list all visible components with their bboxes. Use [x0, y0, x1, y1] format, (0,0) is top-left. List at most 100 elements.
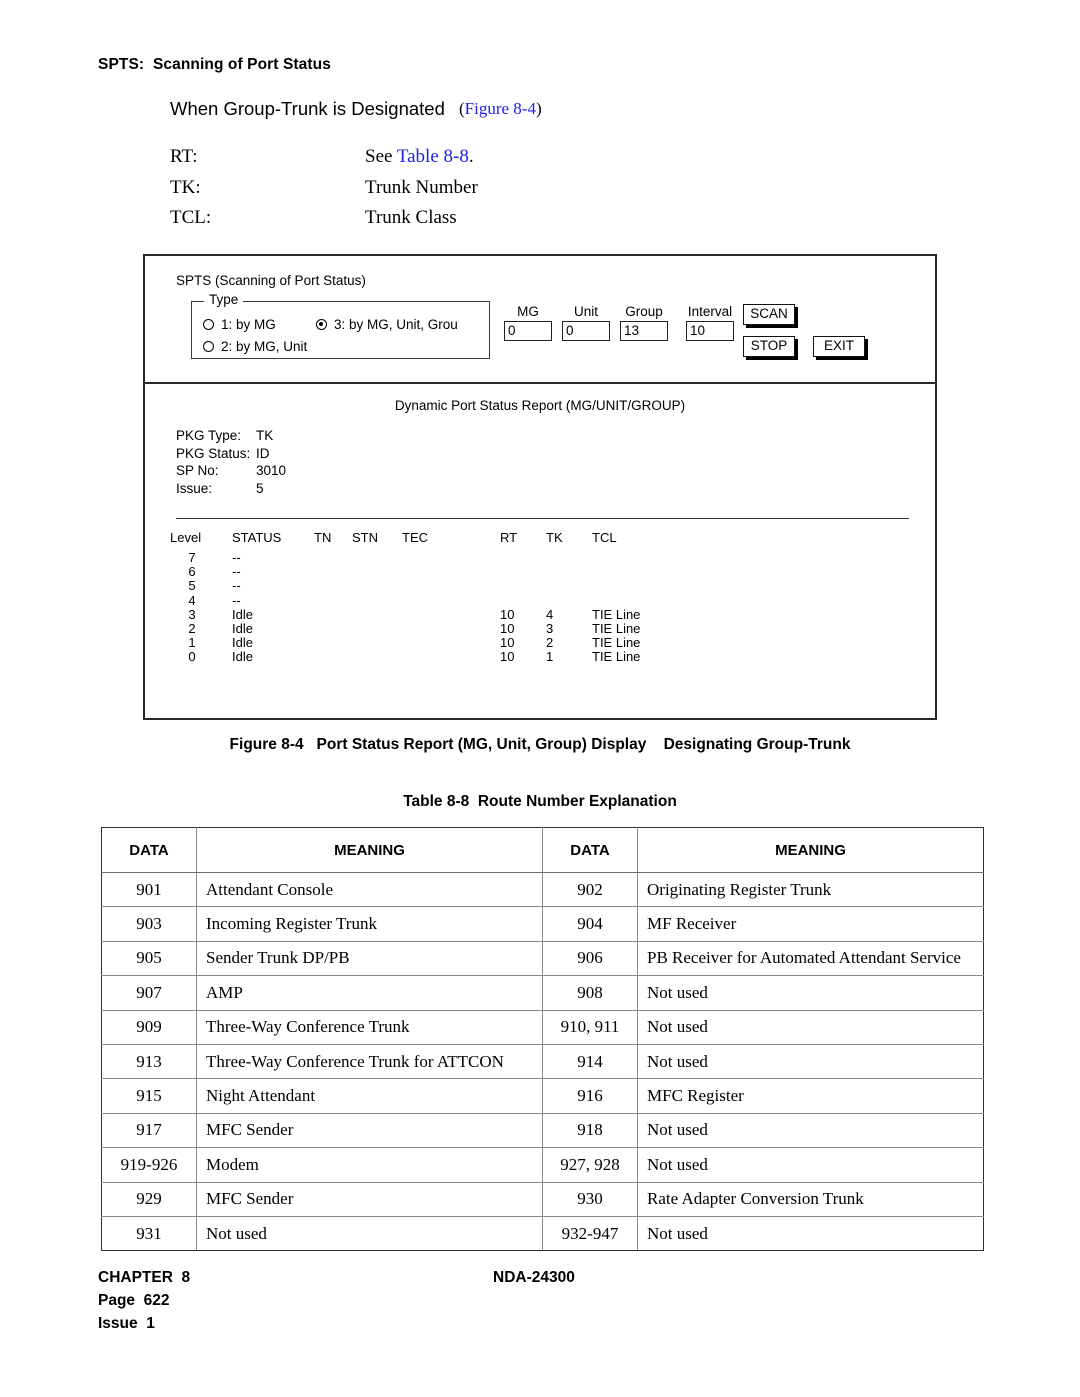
- page-footer: CHAPTER 8 NDA-24300 Page 622 Issue 1: [98, 1266, 998, 1335]
- definition-suffix: .: [468, 146, 474, 167]
- grid-col-rt: RT: [500, 530, 518, 545]
- cell-status: Idle: [232, 606, 253, 622]
- cell-meaning-left: Incoming Register Trunk: [196, 906, 543, 942]
- cell-data-left: 917: [101, 1112, 197, 1149]
- cell-data-left: 919-926: [101, 1147, 197, 1183]
- cell-level: 1: [188, 635, 196, 651]
- cell-meaning-left: Three-Way Conference Trunk for ATTCON: [196, 1043, 543, 1080]
- definition-prefix: See: [365, 146, 397, 167]
- section-heading: When Group-Trunk is Designated (Figure 8…: [170, 98, 970, 124]
- cell-data-right: 918: [542, 1112, 638, 1149]
- radio-icon[interactable]: [203, 341, 214, 352]
- header-meaning-2: MEANING: [637, 827, 984, 873]
- spts-dialog-window[interactable]: SPTS (Scanning of Port Status) Type 1: b…: [143, 254, 937, 720]
- unit-field: Unit 0: [562, 304, 610, 341]
- cell-level: 3: [188, 606, 196, 622]
- interval-input[interactable]: 10: [686, 321, 734, 341]
- meta-label: Issue:: [176, 480, 213, 496]
- group-input[interactable]: 13: [620, 321, 668, 341]
- cell-meaning-right: Not used: [637, 975, 984, 1011]
- interval-field-label: Interval: [687, 304, 733, 319]
- cell-data-right: 930: [542, 1181, 638, 1217]
- cell-level: 7: [188, 550, 196, 565]
- report-title: Dynamic Port Status Report (MG/UNIT/GROU…: [394, 398, 686, 413]
- cell-meaning-left: MFC Sender: [196, 1112, 543, 1149]
- radio-option-by-mg-unit-group[interactable]: 3: by MG, Unit, Grou: [316, 317, 458, 332]
- cell-tcl: TIE Line: [592, 635, 641, 651]
- cell-level: 4: [188, 592, 196, 608]
- cell-data-right: 906: [542, 940, 638, 977]
- cell-data-right: 904: [542, 906, 638, 942]
- cell-data-left: 905: [101, 940, 197, 977]
- radio-label: 2: by MG, Unit: [221, 339, 308, 354]
- definition-description: Trunk Number: [365, 176, 478, 198]
- meta-value: 5: [256, 480, 264, 496]
- radio-label: 3: by MG, Unit, Grou: [334, 317, 458, 332]
- table-row: 907 AMP 908 Not used: [101, 975, 984, 1011]
- cell-data-left: 915: [101, 1078, 197, 1114]
- cell-rt: 10: [500, 635, 515, 651]
- grid-col-status: STATUS: [232, 530, 282, 545]
- cell-tcl: TIE Line: [592, 649, 641, 665]
- route-table-body: 901 Attendant Console 902 Originating Re…: [101, 871, 984, 1252]
- radio-option-by-mg-unit[interactable]: 2: by MG, Unit: [203, 339, 307, 354]
- table-link[interactable]: Table 8-8: [397, 146, 469, 167]
- mg-input[interactable]: 0: [504, 321, 552, 341]
- table-row: 915 Night Attendant 916 MFC Register: [101, 1078, 984, 1114]
- table-row: 931 Not used 932-947 Not used: [101, 1215, 984, 1252]
- definition-description: See Table 8-8.: [365, 142, 474, 173]
- cell-meaning-left: Modem: [196, 1147, 543, 1183]
- cell-data-right: 910, 911: [542, 1009, 638, 1045]
- radio-option-by-mg[interactable]: 1: by MG: [203, 317, 276, 332]
- cell-meaning-right: PB Receiver for Automated Attendant Serv…: [637, 940, 984, 977]
- grid-col-tcl: TCL: [592, 530, 617, 545]
- footer-page: Page 622: [98, 1292, 170, 1309]
- cell-rt: 10: [500, 649, 515, 665]
- table-row: 929 MFC Sender 930 Rate Adapter Conversi…: [101, 1181, 984, 1217]
- meta-value: TK: [256, 428, 274, 443]
- group-field: Group 13: [620, 304, 668, 341]
- table-caption: Table 8-8 Route Number Explanation: [403, 793, 677, 810]
- cell-meaning-left: Night Attendant: [196, 1078, 543, 1114]
- footer-issue: Issue 1: [98, 1315, 155, 1332]
- table-row: 901 Attendant Console 902 Originating Re…: [101, 871, 984, 908]
- cell-meaning-left: Sender Trunk DP/PB: [196, 940, 543, 977]
- table-row: 905 Sender Trunk DP/PB 906 PB Receiver f…: [101, 940, 984, 977]
- cell-rt: 10: [500, 606, 515, 622]
- type-radio-group: Type 1: by MG 2: by MG, Unit 3: by MG, U…: [191, 293, 490, 359]
- scan-button[interactable]: SCAN: [743, 304, 795, 325]
- header-data-2: DATA: [542, 827, 638, 873]
- definition-term: TCL:: [170, 207, 212, 228]
- unit-input[interactable]: 0: [562, 321, 610, 341]
- route-table-head: DATA MEANING DATA MEANING: [101, 827, 984, 873]
- cell-tk: 2: [546, 635, 554, 651]
- cell-level: 5: [188, 578, 196, 594]
- radio-icon[interactable]: [203, 319, 214, 330]
- exit-button[interactable]: EXIT: [813, 336, 865, 357]
- unit-field-label: Unit: [573, 304, 598, 319]
- cell-data-left: 931: [101, 1215, 197, 1252]
- cell-meaning-right: Not used: [637, 1043, 984, 1080]
- cell-status: --: [232, 578, 241, 594]
- cell-meaning-right: Not used: [637, 1009, 984, 1045]
- radio-label: 1: by MG: [221, 317, 276, 332]
- footer-doc-number: NDA-24300: [493, 1269, 575, 1286]
- radio-icon-selected[interactable]: [316, 319, 327, 330]
- figure-caption: Figure 8-4 Port Status Report (MG, Unit,…: [229, 736, 851, 753]
- stop-button[interactable]: STOP: [743, 336, 795, 357]
- cell-tk: 4: [546, 606, 554, 622]
- cell-data-left: 929: [101, 1181, 197, 1217]
- figure-link[interactable]: Figure 8-4: [465, 99, 536, 118]
- cell-tk: 1: [546, 649, 554, 665]
- cell-meaning-left: Three-Way Conference Trunk: [196, 1009, 543, 1045]
- cell-data-left: 909: [101, 1009, 197, 1045]
- footer-row-chapter: CHAPTER 8 NDA-24300: [98, 1266, 998, 1289]
- footer-chapter: CHAPTER 8: [98, 1269, 191, 1286]
- cell-meaning-left: AMP: [196, 975, 543, 1011]
- group-field-label: Group: [625, 304, 663, 319]
- dialog-title: SPTS (Scanning of Port Status): [176, 273, 366, 288]
- interval-field: Interval 10: [686, 304, 734, 341]
- cell-data-right: 908: [542, 975, 638, 1011]
- dialog-report-panel: Dynamic Port Status Report (MG/UNIT/GROU…: [145, 384, 935, 720]
- cell-data-right: 902: [542, 871, 638, 908]
